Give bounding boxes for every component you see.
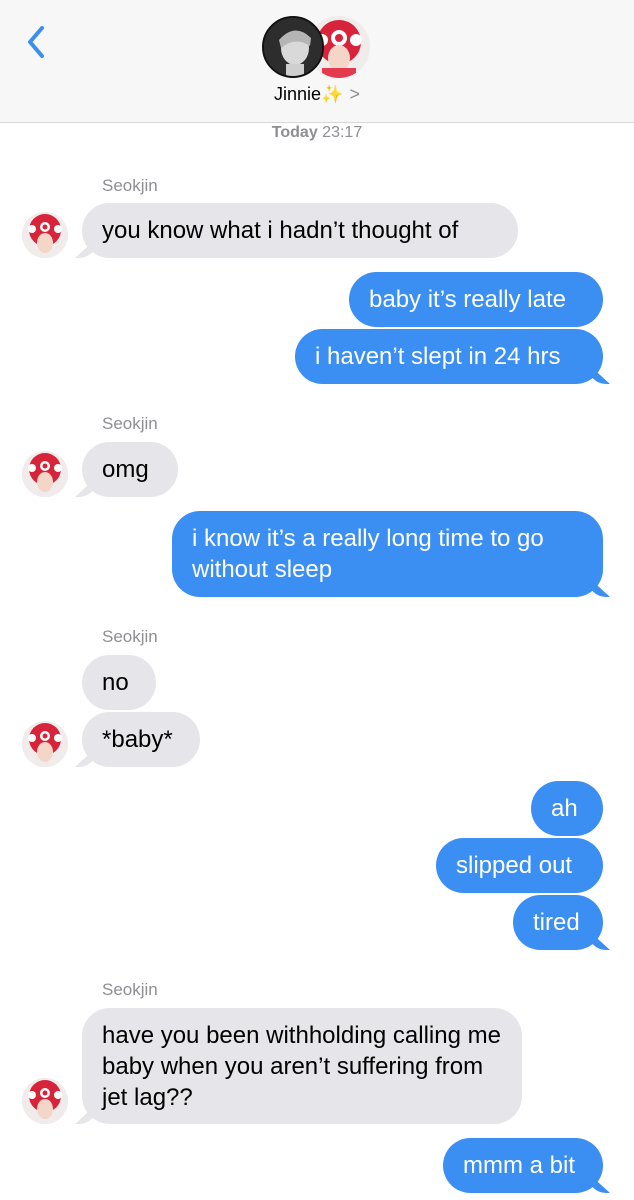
outgoing-message[interactable]: ah xyxy=(531,781,603,836)
incoming-message[interactable]: *baby* xyxy=(82,712,200,767)
outgoing-message[interactable]: slipped out xyxy=(436,838,603,893)
sender-avatar xyxy=(22,451,68,497)
incoming-message[interactable]: you know what i hadn’t thought of xyxy=(82,203,518,258)
sender-avatar xyxy=(22,212,68,258)
sender-avatar xyxy=(22,1078,68,1124)
outgoing-message[interactable]: mmm a bit xyxy=(443,1138,603,1193)
outgoing-message[interactable]: i haven’t slept in 24 hrs xyxy=(295,329,603,384)
timestamp-time: 23:17 xyxy=(322,124,363,141)
conversation-header: Jinnie✨ > xyxy=(0,0,634,123)
sender-name: Seokjin xyxy=(102,176,158,195)
sender-name: Seokjin xyxy=(102,980,158,999)
chevron-right-icon: > xyxy=(349,84,360,104)
incoming-message[interactable]: have you been withholding calling me bab… xyxy=(82,1008,522,1124)
outgoing-message[interactable]: i know it’s a really long time to go wit… xyxy=(172,511,603,597)
back-button[interactable] xyxy=(22,22,52,62)
group-avatars[interactable] xyxy=(262,16,374,80)
outgoing-message[interactable]: tired xyxy=(513,895,603,950)
chevron-left-icon xyxy=(28,26,44,58)
outgoing-message[interactable]: baby it’s really late xyxy=(349,272,603,327)
incoming-message[interactable]: no xyxy=(82,655,156,710)
sender-name: Seokjin xyxy=(102,414,158,433)
timestamp-day: Today xyxy=(271,124,318,141)
sender-name: Seokjin xyxy=(102,627,158,646)
contact-name[interactable]: Jinnie✨ > xyxy=(0,84,634,105)
contact-avatar xyxy=(262,16,324,78)
message-timestamp: Today 23:17 xyxy=(0,124,634,142)
incoming-message[interactable]: omg xyxy=(82,442,178,497)
contact-name-label: Jinnie✨ xyxy=(274,84,344,104)
sender-avatar xyxy=(22,721,68,767)
